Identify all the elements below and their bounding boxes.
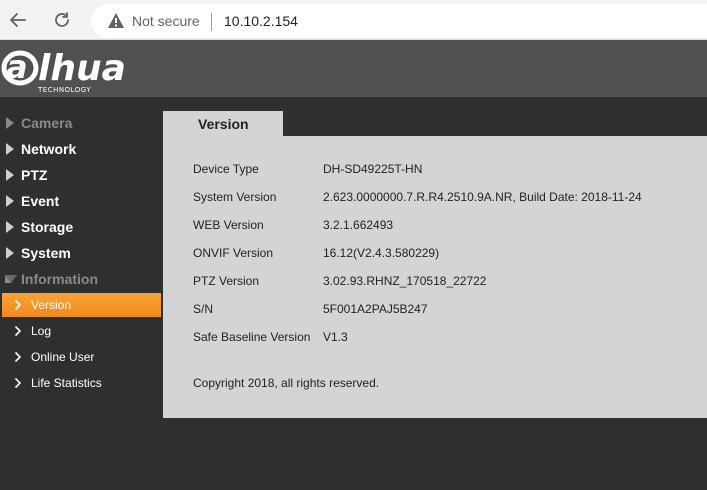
- sidebar-item-label: Storage: [21, 219, 74, 235]
- info-key: S/N: [193, 302, 214, 316]
- chevron-right-icon: [14, 299, 22, 311]
- sidebar-subitem-label: Log: [31, 324, 52, 338]
- tab-version[interactable]: Version: [163, 111, 283, 136]
- url-text[interactable]: 10.10.2.154: [224, 13, 298, 29]
- caret-right-icon: [6, 221, 14, 233]
- browser-toolbar: Not secure 10.10.2.154: [0, 0, 707, 40]
- caret-right-icon: [6, 195, 14, 207]
- caret-down-icon: [5, 275, 17, 283]
- info-value: 3.2.1.662493: [323, 218, 394, 232]
- sidebar-item-label: PTZ: [21, 167, 48, 183]
- chevron-right-icon: [14, 377, 22, 389]
- sidebar-subitem-log[interactable]: Log: [0, 319, 163, 343]
- reload-button[interactable]: [48, 6, 76, 34]
- caret-right-icon: [6, 169, 14, 181]
- sidebar-item-ptz[interactable]: PTZ: [0, 162, 163, 188]
- back-button[interactable]: [4, 6, 32, 34]
- sidebar-subitem-label: Online User: [31, 350, 95, 364]
- reload-icon: [55, 12, 69, 27]
- address-bar[interactable]: Not secure 10.10.2.154: [91, 4, 707, 38]
- caret-right-icon: [6, 143, 14, 155]
- sidebar-subitem-label: Version: [31, 298, 72, 312]
- version-info-panel: Device Type DH-SD49225T-HN System Versio…: [163, 136, 707, 418]
- sidebar-item-label: System: [21, 245, 71, 261]
- sidebar-item-label: Event: [21, 193, 60, 209]
- caret-right-icon: [6, 247, 14, 259]
- sidebar-subitem-label: Life Statistics: [31, 376, 102, 390]
- info-key: Device Type: [193, 162, 259, 176]
- info-key: WEB Version: [193, 218, 264, 232]
- info-key: System Version: [193, 190, 277, 204]
- info-value: 3.02.93.RHNZ_170518_22722: [323, 274, 487, 288]
- svg-text:a: a: [6, 48, 28, 86]
- info-key: PTZ Version: [193, 274, 260, 288]
- app-header: a lhua TECHNOLOGY: [0, 40, 707, 97]
- info-value: DH-SD49225T-HN: [323, 162, 423, 176]
- sidebar-item-label: Information: [21, 271, 98, 287]
- svg-text:lhua: lhua: [38, 48, 126, 89]
- sidebar-item-information[interactable]: Information: [0, 266, 163, 292]
- copyright-text: Copyright 2018, all rights reserved.: [193, 376, 380, 390]
- info-value: 16.12(V2.4.3.580229): [323, 246, 440, 260]
- caret-right-icon: [6, 117, 14, 129]
- info-key: ONVIF Version: [193, 246, 274, 260]
- info-value: V1.3: [323, 330, 348, 344]
- sidebar-subitem-life-statistics[interactable]: Life Statistics: [0, 371, 163, 395]
- info-key: Safe Baseline Version: [193, 330, 311, 344]
- sidebar-item-storage[interactable]: Storage: [0, 214, 163, 240]
- security-status[interactable]: Not secure: [132, 13, 200, 29]
- warning-icon[interactable]: [107, 12, 125, 29]
- address-separator: [211, 13, 212, 31]
- sidebar-item-label: Network: [21, 141, 77, 157]
- chevron-right-icon: [14, 351, 22, 363]
- dahua-logo: a lhua TECHNOLOGY: [1, 48, 126, 94]
- sidebar: Camera Network PTZ Event Storage System …: [0, 97, 163, 490]
- info-value: 5F001A2PAJ5B247: [323, 302, 428, 316]
- arrow-left-icon: [10, 13, 26, 27]
- tab-label: Version: [198, 116, 249, 132]
- info-value: 2.623.0000000.7.R.R4.2510.9A.NR, Build D…: [323, 190, 642, 204]
- chevron-right-icon: [14, 325, 22, 337]
- sidebar-item-event[interactable]: Event: [0, 188, 163, 214]
- sidebar-subitem-version[interactable]: Version: [2, 293, 161, 317]
- sidebar-item-camera[interactable]: Camera: [0, 110, 163, 136]
- svg-text:TECHNOLOGY: TECHNOLOGY: [37, 86, 91, 94]
- sidebar-item-system[interactable]: System: [0, 240, 163, 266]
- sidebar-item-label: Camera: [21, 115, 73, 131]
- sidebar-item-network[interactable]: Network: [0, 136, 163, 162]
- sidebar-subitem-online-user[interactable]: Online User: [0, 345, 163, 369]
